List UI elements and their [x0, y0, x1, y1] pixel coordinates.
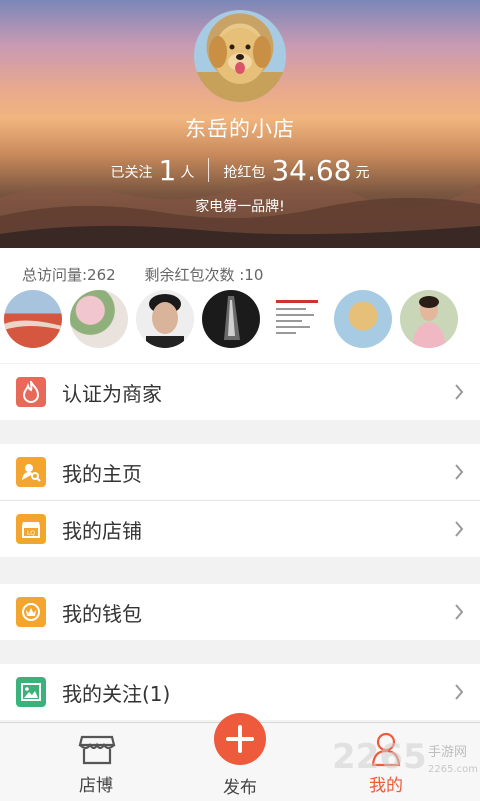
store-icon [78, 735, 116, 765]
profile-header: 东岳的小店 已关注 1 人 抢红包 34.68 元 家电第一品牌! [0, 0, 480, 248]
chevron-right-icon [455, 604, 464, 620]
menu-item-my-homepage[interactable]: 我的主页 [0, 444, 480, 500]
menu-label: 认证为商家 [62, 381, 162, 406]
shop-avatar[interactable] [194, 10, 286, 102]
redpack-label[interactable]: 抢红包 [223, 162, 265, 182]
menu-label: 我的主页 [62, 461, 142, 486]
following-unit: 人 [180, 165, 195, 181]
chevron-right-icon [455, 684, 464, 700]
menu-item-my-store[interactable]: LQ 我的店铺 [0, 500, 480, 557]
remaining-redpacks: 剩余红包次数 :10 [144, 266, 264, 284]
redpack-unit: 元 [355, 165, 370, 181]
flame-icon [16, 377, 46, 407]
visitors-section: 总访问量:262 剩余红包次数 :10 [0, 248, 480, 363]
menu-item-my-follows[interactable]: 我的关注(1) [0, 664, 480, 720]
menu-group-home: 我的主页 LQ 我的店铺 [0, 444, 480, 557]
image-icon [16, 677, 46, 707]
total-visits: 总访问量:262 [22, 266, 116, 284]
tab-publish[interactable]: 发布 [180, 769, 300, 799]
visitor-avatar[interactable] [202, 290, 260, 348]
menu-label: 我的关注(1) [62, 681, 171, 706]
visitor-avatar[interactable] [136, 290, 194, 348]
chevron-right-icon [455, 521, 464, 537]
visitor-avatar[interactable] [268, 290, 326, 348]
menu-label: 我的店铺 [62, 518, 142, 543]
storefront-icon: LQ [16, 514, 46, 544]
shop-name: 东岳的小店 [185, 117, 295, 141]
visitor-avatar[interactable] [400, 290, 458, 348]
following-count[interactable]: 1 [159, 154, 177, 188]
redpack-amount[interactable]: 34.68 [271, 154, 351, 188]
visitor-avatar[interactable] [70, 290, 128, 348]
tab-shop[interactable]: 店博 [36, 723, 156, 801]
menu-label: 我的钱包 [62, 601, 142, 626]
menu-group-follows: 我的关注(1) [0, 664, 480, 720]
tab-label: 发布 [223, 778, 257, 798]
tab-label: 店博 [79, 776, 113, 796]
visitor-avatar-list [4, 290, 466, 348]
visitor-avatar[interactable] [4, 290, 62, 348]
plus-icon [226, 725, 254, 753]
visit-stats: 总访问量:262 剩余红包次数 :10 [22, 264, 263, 285]
publish-button[interactable] [214, 713, 266, 765]
stats-divider [208, 158, 210, 182]
tab-label: 我的 [369, 776, 403, 796]
menu-item-my-wallet[interactable]: 我的钱包 [0, 584, 480, 640]
crown-wallet-icon [16, 597, 46, 627]
shop-slogan: 家电第一品牌! [195, 199, 285, 215]
chevron-right-icon [455, 384, 464, 400]
svg-text:LQ: LQ [27, 530, 35, 537]
tab-me[interactable]: 我的 [326, 723, 446, 801]
bottom-tab-bar: 店博 发布 我的 [0, 713, 480, 801]
chevron-right-icon [455, 464, 464, 480]
stats-row: 已关注 1 人 抢红包 34.68 元 [0, 150, 480, 188]
visitor-avatar[interactable] [334, 290, 392, 348]
menu-group-certify: 认证为商家 [0, 364, 480, 420]
menu-item-certify-merchant[interactable]: 认证为商家 [0, 364, 480, 420]
following-label: 已关注 [110, 165, 153, 181]
menu-group-wallet: 我的钱包 [0, 584, 480, 640]
user-icon [371, 732, 401, 767]
user-search-icon [16, 457, 46, 487]
